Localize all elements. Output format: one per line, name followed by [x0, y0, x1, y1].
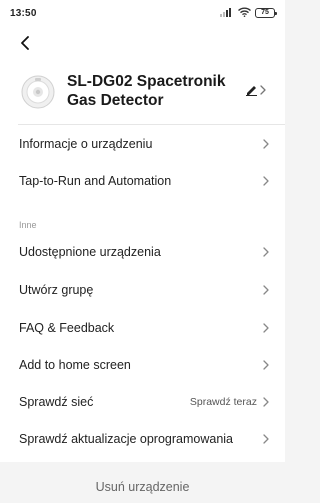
menu-item-check-network[interactable]: Sprawdź sieć Sprawdź teraz — [0, 384, 285, 420]
menu-item-label: Udostępnione urządzenia — [19, 245, 161, 259]
chevron-right-icon — [261, 246, 271, 258]
chevron-right-icon — [261, 284, 271, 296]
check-now-link[interactable]: Sprawdź teraz — [190, 396, 257, 408]
device-settings-header: SL-DG02 Spacetronik Gas Detector Informa… — [0, 28, 285, 228]
back-button[interactable] — [12, 32, 38, 58]
status-bar: 13:50 75 — [0, 0, 285, 28]
gas-detector-image — [20, 74, 56, 110]
menu-item-label: Add to home screen — [19, 358, 131, 372]
menu-item-add-to-home-screen[interactable]: Add to home screen — [0, 347, 285, 383]
battery-icon: 75 — [255, 8, 277, 18]
chevron-right-icon — [261, 433, 271, 445]
menu-item-label: Utwórz grupę — [19, 283, 94, 297]
menu-item-label: Informacje o urządzeniu — [19, 137, 153, 151]
menu-item-shared-devices[interactable]: Udostępnione urządzenia — [0, 234, 285, 270]
other-section: Inne Udostępnione urządzenia Utwórz grup… — [0, 206, 285, 462]
menu-item-label: FAQ & Feedback — [19, 321, 115, 335]
menu-item-device-info[interactable]: Informacje o urządzeniu — [0, 126, 285, 162]
remove-device-button[interactable]: Usuń urządzenie — [0, 470, 285, 503]
menu-item-label: Tap-to-Run and Automation — [19, 174, 172, 188]
chevron-right-icon — [261, 322, 271, 334]
pencil-icon — [245, 83, 258, 101]
edit-device-name-button[interactable] — [245, 82, 275, 102]
chevron-right-icon — [261, 175, 271, 187]
chevron-right-icon — [261, 396, 271, 408]
menu-item-faq-feedback[interactable]: FAQ & Feedback — [0, 310, 285, 346]
chevron-right-icon — [261, 138, 271, 150]
signal-icon — [220, 4, 234, 22]
status-time: 13:50 — [10, 8, 37, 19]
menu-item-create-group[interactable]: Utwórz grupę — [0, 272, 285, 308]
menu-item-check-firmware-update[interactable]: Sprawdź aktualizacje oprogramowania — [0, 421, 285, 457]
divider — [18, 124, 285, 125]
device-header: SL-DG02 Spacetronik Gas Detector — [0, 66, 285, 126]
section-title: Inne — [19, 220, 37, 230]
back-arrow-icon — [19, 35, 31, 55]
device-name: SL-DG02 Spacetronik Gas Detector — [67, 73, 226, 109]
chevron-right-icon — [261, 359, 271, 371]
menu-item-label: Sprawdź aktualizacje oprogramowania — [19, 432, 234, 446]
menu-item-tap-to-run[interactable]: Tap-to-Run and Automation — [0, 163, 285, 199]
chevron-right-icon — [259, 83, 267, 101]
wifi-icon — [238, 4, 251, 22]
status-icons: 75 — [220, 4, 277, 22]
menu-item-label: Sprawdź sieć — [19, 395, 94, 409]
